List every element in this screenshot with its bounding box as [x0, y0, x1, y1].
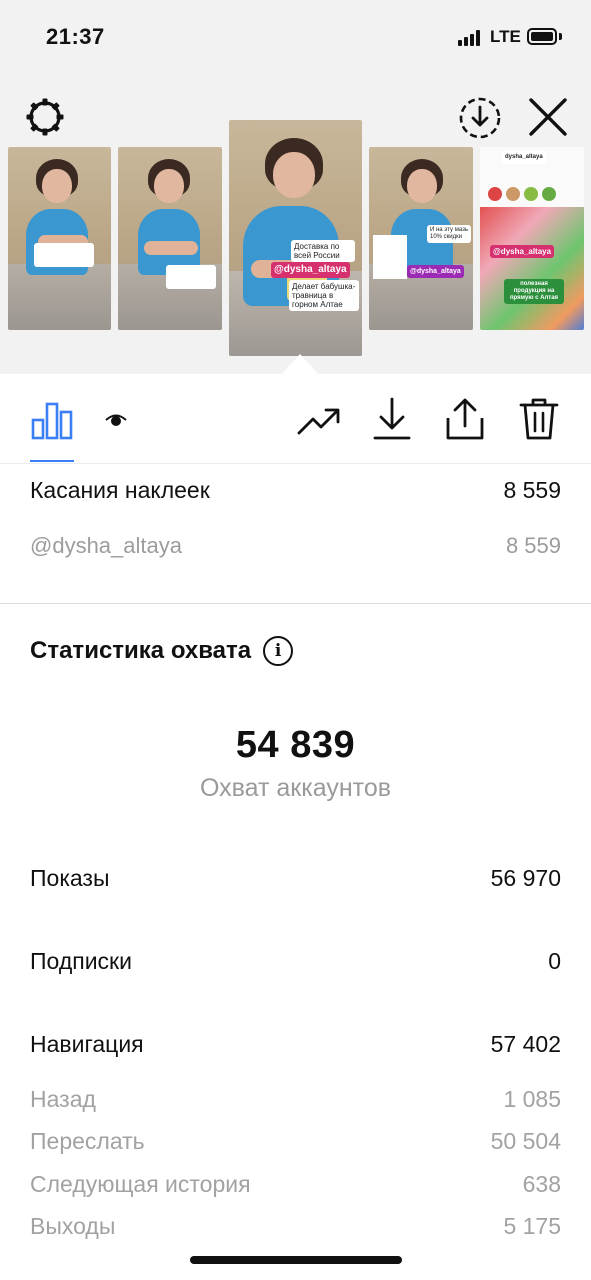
metric-row-follows: Подписки 0: [30, 948, 561, 975]
detail-value: 5 175: [503, 1213, 561, 1239]
metric-label: Навигация: [30, 1031, 144, 1057]
section-divider: [0, 603, 591, 604]
navigation-detail-forward: Переслать 50 504: [30, 1128, 561, 1155]
story-note: [373, 235, 407, 279]
metric-row-impressions: Показы 56 970: [30, 865, 561, 892]
sticker-taps-row: Касания наклеек 8 559: [30, 477, 561, 504]
metric-value: 56 970: [490, 865, 561, 891]
story-sticker: Делает бабушка-травница в горном Алтае: [289, 280, 359, 311]
story-thumbnails: Доставка по всей России @dysha_altaya Де…: [0, 120, 591, 360]
navigation-detail-exits: Выходы 5 175: [30, 1213, 561, 1240]
detail-label: Переслать: [30, 1128, 145, 1154]
eye-icon[interactable]: [104, 410, 128, 430]
story-thumbnail[interactable]: dysha_altaya @dysha_altaya полезная прод…: [480, 147, 584, 330]
story-sticker: @dysha_altaya: [407, 265, 464, 278]
status-bar: 21:37 LTE: [0, 0, 591, 74]
sticker-taps-mention-row[interactable]: @dysha_altaya 8 559: [30, 533, 561, 559]
reach-section-header: Статистика охвата i: [30, 636, 294, 666]
info-icon[interactable]: i: [263, 636, 294, 666]
share-icon[interactable]: [444, 396, 486, 442]
detail-label: Выходы: [30, 1213, 116, 1239]
navigation-detail-next-story: Следующая история 638: [30, 1171, 561, 1198]
metric-label: Показы: [30, 865, 110, 891]
story-preview-area: 21:37 LTE Доставка по всей России @dysha…: [0, 0, 591, 374]
story-sticker: @dysha_altaya: [490, 245, 555, 258]
trending-up-icon[interactable]: [296, 402, 342, 438]
story-thumbnail[interactable]: [118, 147, 222, 330]
reach-label: Охват аккаунтов: [199, 774, 392, 802]
status-time: 21:37: [46, 24, 105, 49]
metric-value: 57 402: [490, 1031, 561, 1057]
highlights-row: [488, 187, 576, 201]
detail-value: 638: [522, 1171, 561, 1197]
trash-icon[interactable]: [518, 396, 560, 442]
detail-value: 50 504: [490, 1128, 561, 1154]
network-type: LTE: [490, 27, 521, 46]
battery-icon: [527, 28, 557, 45]
story-thumbnail[interactable]: [8, 147, 111, 330]
detail-label: Следующая история: [30, 1171, 251, 1197]
download-icon[interactable]: [372, 396, 412, 442]
tabs-divider: [0, 463, 591, 464]
story-thumbnail[interactable]: И на эту мазь 10% скидки @dysha_altaya: [369, 147, 473, 330]
sticker-taps-value: 8 559: [503, 477, 561, 503]
bar-chart-icon[interactable]: [30, 398, 74, 442]
sticker-taps-label: Касания наклеек: [30, 477, 210, 503]
metric-value: 0: [548, 948, 561, 974]
active-tab-indicator: [30, 460, 74, 462]
selected-story-pointer: [282, 354, 318, 374]
story-sticker: @dysha_altaya: [271, 262, 350, 278]
mention-label: @dysha_altaya: [30, 533, 182, 558]
profile-grid: [480, 207, 584, 330]
metric-label: Подписки: [30, 948, 132, 974]
reach-number: 54 839: [235, 724, 356, 766]
signal-icon: [458, 30, 484, 46]
battery-tip: [559, 33, 562, 40]
mention-value: 8 559: [505, 533, 561, 558]
story-sticker: Доставка по всей России: [291, 240, 355, 262]
story-sticker: И на эту мазь 10% скидки: [427, 225, 471, 243]
detail-label: Назад: [30, 1086, 96, 1112]
story-sticker: полезная продукция на прямую с Алтая: [504, 279, 564, 304]
home-indicator[interactable]: [190, 1256, 402, 1264]
reach-section-title: Статистика охвата: [30, 637, 252, 664]
insights-tab-bar: [0, 374, 591, 466]
story-sticker: dysha_altaya: [502, 151, 546, 164]
story-thumbnail-selected[interactable]: Доставка по всей России @dysha_altaya Де…: [229, 120, 362, 356]
metric-row-navigation: Навигация 57 402: [30, 1031, 561, 1058]
detail-value: 1 085: [503, 1086, 561, 1112]
navigation-detail-back: Назад 1 085: [30, 1086, 561, 1113]
